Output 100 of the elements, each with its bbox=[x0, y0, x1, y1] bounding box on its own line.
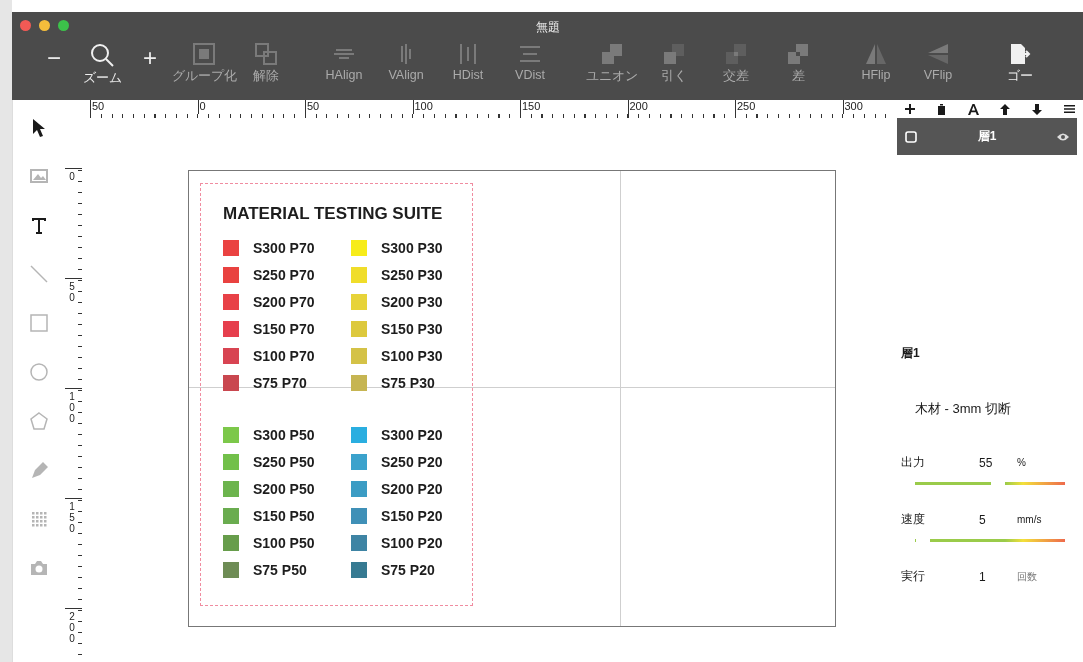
swatch-label: S200 P20 bbox=[381, 480, 443, 497]
ruler-label: 150 bbox=[68, 501, 76, 536]
color-swatch[interactable] bbox=[351, 239, 367, 256]
color-swatch[interactable] bbox=[223, 453, 239, 470]
color-swatch[interactable] bbox=[351, 266, 367, 283]
swatch-label: S100 P50 bbox=[253, 534, 315, 551]
swatch-label: S150 P50 bbox=[253, 507, 315, 524]
zoom-out-button[interactable]: − bbox=[37, 38, 71, 96]
swatch-label: S150 P20 bbox=[381, 507, 443, 524]
swatch-label: S75 P50 bbox=[253, 561, 307, 578]
material-label: 木材 - 3mm 切断 bbox=[915, 400, 1012, 418]
swatch-label: S200 P50 bbox=[253, 480, 315, 497]
ruler-label: 50 bbox=[307, 100, 320, 112]
color-swatch[interactable] bbox=[223, 320, 239, 337]
ungroup-icon bbox=[254, 42, 278, 66]
ruler-label: 300 bbox=[844, 100, 863, 112]
difference-icon bbox=[786, 42, 810, 66]
swatch-label: S150 P70 bbox=[253, 320, 315, 337]
color-swatch[interactable] bbox=[351, 426, 367, 443]
setting-label: 速度 bbox=[901, 511, 926, 528]
arrow-up-icon bbox=[1000, 103, 1011, 115]
unit-label: 回数 bbox=[1017, 569, 1038, 584]
ruler-label: 250 bbox=[737, 100, 756, 112]
font-icon bbox=[967, 103, 979, 115]
unit-label: mm/s bbox=[1017, 514, 1043, 525]
toolbar-button[interactable]: ゴー bbox=[989, 38, 1051, 96]
toolbar-button[interactable]: ズーム bbox=[71, 38, 133, 96]
color-swatch[interactable] bbox=[223, 507, 239, 524]
ruler-label: 100 bbox=[68, 391, 76, 426]
setting-value[interactable]: 5 bbox=[979, 512, 1017, 527]
swatch-label: S250 P70 bbox=[253, 266, 315, 283]
window-title: 無題 bbox=[535, 20, 560, 34]
color-swatch[interactable] bbox=[223, 239, 239, 256]
swatch-label: S100 P30 bbox=[381, 347, 443, 364]
color-swatch[interactable] bbox=[223, 266, 239, 283]
subtract-icon bbox=[662, 42, 686, 66]
swatch-label: S300 P20 bbox=[381, 426, 443, 443]
setting-value[interactable]: 55 bbox=[979, 455, 1017, 470]
ruler-label: 200 bbox=[68, 611, 76, 646]
swatch-label: S300 P50 bbox=[253, 426, 315, 443]
color-swatch[interactable] bbox=[223, 534, 239, 551]
minimize-window-button[interactable] bbox=[39, 19, 50, 31]
color-swatch[interactable] bbox=[351, 561, 367, 578]
swatch-label: S250 P50 bbox=[253, 453, 315, 470]
text-tool-icon[interactable] bbox=[29, 215, 49, 235]
ruler-label: 0 bbox=[68, 171, 76, 184]
add-icon bbox=[905, 104, 915, 114]
color-swatch[interactable] bbox=[351, 374, 367, 391]
swatch-label: S100 P70 bbox=[253, 347, 315, 364]
color-swatch[interactable] bbox=[223, 347, 239, 364]
search-icon bbox=[89, 42, 115, 68]
color-swatch[interactable] bbox=[223, 374, 239, 391]
swatch-label: S75 P20 bbox=[381, 561, 435, 578]
ruler-label: 100 bbox=[414, 100, 433, 112]
setting-label: 出力 bbox=[901, 454, 926, 471]
flip-vertical-icon bbox=[926, 42, 950, 66]
swatch-label: S75 P70 bbox=[253, 374, 307, 391]
zoom-in-button[interactable]: + bbox=[133, 38, 167, 96]
delete-icon bbox=[936, 103, 946, 115]
flip-horizontal-icon bbox=[864, 42, 888, 66]
color-swatch[interactable] bbox=[223, 561, 239, 578]
swatch-label: S250 P30 bbox=[381, 266, 443, 283]
color-swatch[interactable] bbox=[351, 320, 367, 337]
menu-icon bbox=[1064, 104, 1075, 114]
color-swatch[interactable] bbox=[351, 480, 367, 497]
swatch-label: S75 P30 bbox=[381, 374, 435, 391]
swatch-label: S300 P70 bbox=[253, 239, 315, 256]
color-swatch[interactable] bbox=[351, 453, 367, 470]
layer-name: 層1 bbox=[901, 345, 920, 362]
color-swatch[interactable] bbox=[223, 480, 239, 497]
color-swatch[interactable] bbox=[351, 347, 367, 364]
swatch-label: S250 P20 bbox=[381, 453, 443, 470]
ruler-label: 150 bbox=[522, 100, 541, 112]
color-swatch[interactable] bbox=[351, 534, 367, 551]
arrow-down-icon bbox=[1032, 103, 1043, 115]
layer-toggle-icon bbox=[905, 130, 917, 143]
setting-value[interactable]: 1 bbox=[979, 569, 1017, 584]
design-title: MATERIAL TESTING SUITE bbox=[223, 204, 443, 224]
close-window-button[interactable] bbox=[20, 19, 31, 31]
swatch-label: S300 P30 bbox=[381, 239, 443, 256]
ruler-label: 50 bbox=[92, 100, 105, 112]
layer-row[interactable]: 層1 bbox=[897, 118, 1077, 155]
unit-label: % bbox=[1017, 457, 1027, 468]
maximize-window-button[interactable] bbox=[58, 19, 69, 31]
color-swatch[interactable] bbox=[351, 293, 367, 310]
intersect-icon bbox=[724, 42, 748, 66]
eye-icon bbox=[1057, 131, 1069, 142]
color-swatch[interactable] bbox=[223, 426, 239, 443]
ruler-label: 200 bbox=[629, 100, 648, 112]
swatch-label: S200 P70 bbox=[253, 293, 315, 310]
color-swatch[interactable] bbox=[351, 507, 367, 524]
group-icon bbox=[192, 42, 216, 66]
power-slider[interactable] bbox=[915, 482, 1065, 485]
color-swatch[interactable] bbox=[223, 293, 239, 310]
ruler-label: 50 bbox=[68, 281, 76, 305]
power-slider[interactable] bbox=[915, 539, 1065, 542]
union-icon bbox=[600, 42, 624, 66]
swatch-label: S100 P20 bbox=[381, 534, 443, 551]
setting-label: 実行 bbox=[901, 568, 926, 585]
export-icon bbox=[1008, 42, 1032, 66]
